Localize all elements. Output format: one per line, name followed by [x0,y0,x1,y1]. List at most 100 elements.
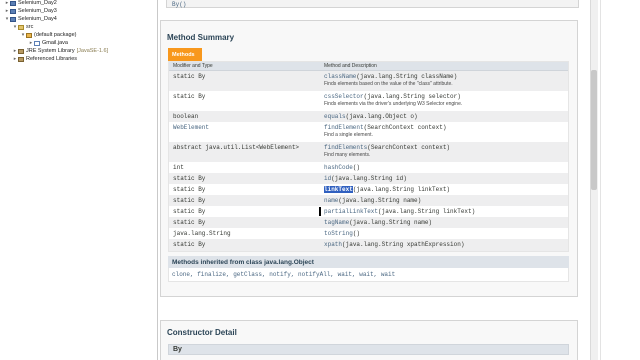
method-signature: () [352,164,361,171]
tree-item-selenium-day2[interactable]: ▸ Selenium_Day2 [4,0,57,7]
method-cell: hashCode() [321,162,360,171]
tree-item-referenced-libraries[interactable]: ▸ Referenced Libraries [12,55,77,63]
method-signature: () [352,230,361,237]
method-signature: (java.lang.String name) [349,219,433,226]
tree-item-src[interactable]: ▾ src [12,23,34,31]
table-row: static By name(java.lang.String name) [169,195,568,206]
tree-item-label: src [26,24,34,30]
tree-item-label: Selenium_Day4 [18,16,57,22]
table-row: abstract java.util.List<WebElement> find… [169,142,568,162]
method-description: Find many elements. [324,152,371,158]
tree-item-annotation: [JavaSE-1.6] [76,48,109,54]
table-row: static By cssSelector(java.lang.String s… [169,91,568,111]
method-link[interactable]: className [324,73,356,80]
method-signature: (java.lang.String className) [356,73,458,80]
method-cell: className(java.lang.String className) Fi… [321,71,457,87]
text-cursor-icon [319,207,321,216]
method-link[interactable]: equals [324,113,346,120]
return-type: static By [173,93,206,100]
constructor-name: By [168,344,569,355]
method-link-selected[interactable]: linkText [324,186,353,193]
method-cell: toString() [321,228,360,237]
library-icon [18,56,24,62]
source-folder-icon [18,24,24,30]
table-row: static By xpath(java.lang.String xpathEx… [169,239,568,251]
return-type: static By [173,175,206,182]
col-method-header: Method and Description [324,63,377,69]
project-icon [10,16,16,22]
method-cell: findElement(SearchContext context) Find … [321,122,446,138]
return-type: static By [173,186,206,193]
method-cell: partialLinkText(java.lang.String linkTex… [321,206,475,215]
method-link[interactable]: cssSelector [324,93,364,100]
method-link[interactable]: xpath [324,241,342,248]
return-type-link[interactable]: WebElement [169,122,321,131]
right-gutter [600,0,640,360]
method-signature: (java.lang.String linkText) [378,208,476,215]
constructor-detail-heading: Constructor Detail [167,328,237,337]
table-header: Modifier and Type Method and Description [169,62,568,71]
tree-item-label: Selenium_Day3 [18,8,57,14]
method-link[interactable]: partialLinkText [324,208,378,215]
project-explorer: ▸ Selenium_Day2 ▸ Selenium_Day3 ▾ Seleni… [0,0,158,360]
project-icon [10,8,16,14]
method-description: Finds elements based on the value of the… [324,81,453,87]
method-cell: name(java.lang.String name) [321,195,421,204]
project-icon [10,0,16,6]
table-row: static By partialLinkText(java.lang.Stri… [169,206,568,217]
inherited-methods-list[interactable]: clone, finalize, getClass, notify, notif… [172,271,395,278]
tree-item-label: Referenced Libraries [26,56,78,62]
return-type: static By [173,219,206,226]
return-type: java.lang.String [173,230,231,237]
method-cell: xpath(java.lang.String xpathExpression) [321,239,464,248]
method-signature: (java.lang.String linkText) [352,186,451,193]
method-cell: cssSelector(java.lang.String selector) F… [321,91,462,107]
return-type: static By [173,73,206,80]
method-signature: (java.lang.String xpathExpression) [342,241,465,248]
scrollbar-thumb[interactable] [591,70,597,190]
tree-item-label: Selenium_Day2 [18,0,57,6]
method-link[interactable]: tagName [324,219,349,226]
method-link[interactable]: findElements [324,144,367,151]
method-signature: (SearchContext context) [363,124,447,131]
method-signature: (java.lang.String selector) [363,93,461,100]
table-row: static By tagName(java.lang.String name) [169,217,568,228]
methods-tab[interactable]: Methods [168,48,202,61]
tree-item-gmail-java[interactable]: ▸ Gmail.java [28,39,68,47]
tree-item-label: JRE System Library [26,48,75,54]
return-type: boolean [173,113,199,120]
method-summary-table: Modifier and Type Method and Description… [168,61,569,252]
return-type: abstract java.util.List<WebElement> [173,144,300,151]
method-cell: id(java.lang.String id) [321,173,407,182]
tree-item-label: (default package) [34,32,77,38]
col-modifier-header: Modifier and Type [173,63,213,69]
table-row: java.lang.String toString() [169,228,568,239]
method-link[interactable]: findElement [324,124,364,131]
table-row: WebElement findElement(SearchContext con… [169,122,568,142]
method-cell: linkText(java.lang.String linkText) [321,184,450,193]
method-signature: (java.lang.String id) [331,175,407,182]
previous-signature: By() [172,1,187,8]
java-file-icon [34,40,40,46]
method-cell: tagName(java.lang.String name) [321,217,432,226]
tree-item-selenium-day3[interactable]: ▸ Selenium_Day3 [4,7,57,15]
method-signature: (java.lang.String name) [338,197,422,204]
return-type: static By [173,197,206,204]
previous-section-block [166,0,579,8]
method-link[interactable]: name [324,197,338,204]
method-description: Find a single element. [324,132,373,138]
method-link[interactable]: hashCode [324,164,353,171]
tree-item-default-package[interactable]: ▾ (default package) [20,31,77,39]
table-row: static By className(java.lang.String cla… [169,71,568,91]
return-type: static By [173,241,206,248]
method-link[interactable]: toString [324,230,353,237]
method-summary-heading: Method Summary [167,33,235,42]
tree-item-jre-library[interactable]: ▸ JRE System Library [JavaSE-1.6] [12,47,108,55]
method-signature: (java.lang.Object o) [345,113,418,120]
tree-item-label: Gmail.java [42,40,68,46]
table-row: int hashCode() [169,162,568,173]
library-icon [18,48,24,54]
inherited-methods-heading: Methods inherited from class java.lang.O… [168,256,569,268]
tree-item-selenium-day4[interactable]: ▾ Selenium_Day4 [4,15,57,23]
table-row: static By id(java.lang.String id) [169,173,568,184]
